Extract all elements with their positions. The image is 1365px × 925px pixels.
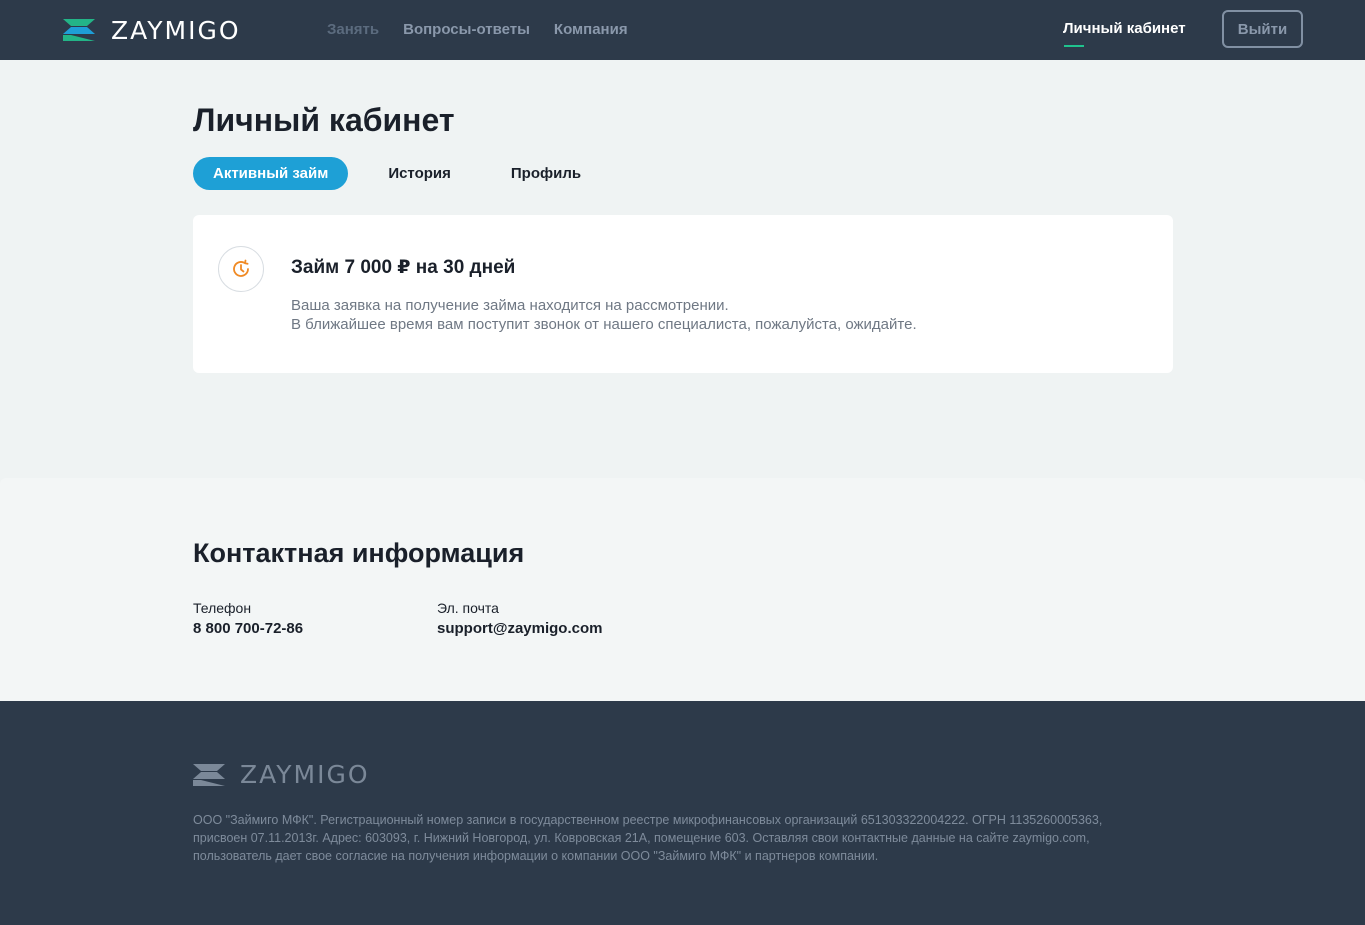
main-nav: Занять Вопросы-ответы Компания — [327, 21, 628, 38]
legal-line: присвоен 07.11.2013г. Адрес: 603093, г. … — [193, 831, 1090, 845]
legal-line: пользователь дает свое согласие на получ… — [193, 849, 879, 863]
nav-link-company[interactable]: Компания — [554, 21, 628, 38]
loan-status-line: Ваша заявка на получение займа находится… — [291, 297, 729, 314]
loan-status-text: Ваша заявка на получение займа находится… — [291, 296, 917, 334]
top-navbar: ZAYMIGO Занять Вопросы-ответы Компания Л… — [0, 0, 1365, 60]
email-label: Эл. почта — [437, 600, 499, 616]
logout-button[interactable]: Выйти — [1222, 10, 1303, 48]
contacts-title: Контактная информация — [193, 538, 525, 568]
nav-link-personal-cabinet[interactable]: Личный кабинет — [1063, 20, 1186, 37]
email-value[interactable]: support@zaymigo.com — [437, 620, 602, 637]
phone-value[interactable]: 8 800 700-72-86 — [193, 620, 303, 637]
nav-link-faq[interactable]: Вопросы-ответы — [403, 21, 530, 38]
tab-history[interactable]: История — [368, 157, 471, 190]
logo-text: ZAYMIGO — [111, 15, 241, 45]
clock-refresh-icon — [218, 246, 264, 292]
contacts-section: Контактная информация Телефон 8 800 700-… — [0, 478, 1365, 701]
tab-active-loan[interactable]: Активный займ — [193, 157, 349, 190]
nav-link-borrow[interactable]: Занять — [327, 21, 379, 38]
page-title: Личный кабинет — [193, 102, 455, 138]
zaymigo-logo-icon — [193, 763, 225, 786]
footer-logo-text: ZAYMIGO — [240, 760, 370, 789]
loan-status-card: Займ 7 000 ₽ на 30 дней Ваша заявка на п… — [193, 215, 1173, 373]
loan-status-line: В ближайшее время вам поступит звонок от… — [291, 316, 917, 333]
footer-logo[interactable]: ZAYMIGO — [193, 760, 370, 789]
email-contact: Эл. почта support@zaymigo.com — [437, 600, 602, 637]
logo[interactable]: ZAYMIGO — [63, 15, 241, 45]
tab-profile[interactable]: Профиль — [491, 157, 601, 190]
phone-label: Телефон — [193, 600, 252, 616]
active-nav-indicator — [1064, 45, 1084, 47]
cabinet-tabs: Активный займ История Профиль — [193, 157, 601, 190]
legal-text: ООО "Займиго МФК". Регистрационный номер… — [193, 811, 1173, 865]
legal-line: ООО "Займиго МФК". Регистрационный номер… — [193, 813, 1103, 827]
footer: ZAYMIGO ООО "Займиго МФК". Регистрационн… — [0, 701, 1365, 925]
loan-title: Займ 7 000 ₽ на 30 дней — [291, 257, 516, 278]
zaymigo-logo-icon — [63, 19, 95, 41]
phone-contact: Телефон 8 800 700-72-86 — [193, 600, 303, 637]
